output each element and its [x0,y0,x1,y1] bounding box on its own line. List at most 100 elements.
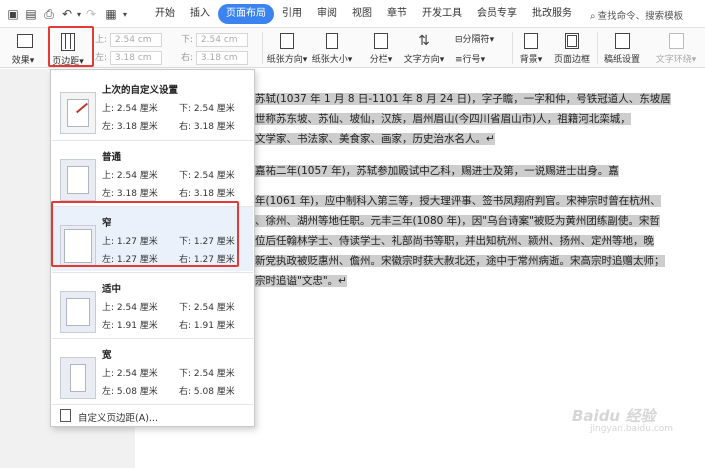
tab-chapter[interactable]: 章节 [380,4,414,24]
preset-left: 左: 5.08 厘米 [102,387,158,397]
tab-correction[interactable]: 批改服务 [525,4,579,24]
left-margin-field[interactable]: 左: 3.18 cm [95,50,162,65]
columns-label: 分栏▾ [369,55,393,65]
preset-bottom: 下: 2.54 厘米 [179,171,235,181]
draft-setting-button[interactable]: 稿纸设置 [601,33,643,65]
tab-review[interactable]: 审阅 [310,4,344,24]
export-pdf-icon[interactable]: ▤ [24,7,38,21]
top-margin-input[interactable]: 2.54 cm [109,33,162,47]
draft-setting-label: 稿纸设置 [603,55,640,65]
preset-left: 左: 1.91 厘米 [102,321,158,331]
tab-references[interactable]: 引用 [275,4,309,24]
menu-divider [52,404,253,405]
format-painter-icon[interactable]: ▦ [104,7,118,21]
doc-line: 嘉祐二年(1057 年)，苏轼参加殿试中乙科，赐进士及第，一说赐进士出身。嘉 [255,165,619,177]
text-wrap-icon [668,33,684,49]
draft-grid-icon [614,33,630,49]
redo-icon[interactable]: ↷ [84,7,98,21]
doc-line: 年(1061 年)，应中制科入第三等，授大理评事、签书凤翔府判官。宋神宗时曾在杭… [255,195,661,207]
preset-thumbnail-icon [60,92,96,134]
orientation-button[interactable]: 纸张方向▾ [266,33,308,65]
columns-icon [374,33,388,49]
right-margin-field[interactable]: 右: 3.18 cm [181,50,248,65]
top-margin-field[interactable]: 上: 2.54 cm [95,32,162,47]
left-margin-input[interactable]: 3.18 cm [109,51,162,65]
preset-right: 右: 3.18 厘米 [179,122,235,132]
preset-title: 上次的自定义设置 [102,85,179,96]
tab-home[interactable]: 开始 [148,4,182,24]
text-direction-button[interactable]: ⇅ 文字方向▾ [402,33,446,65]
tab-developer[interactable]: 开发工具 [415,4,469,24]
preset-last-custom[interactable]: 上次的自定义设置 上: 2.54 厘米 下: 2.54 厘米 左: 3.18 厘… [52,74,253,138]
doc-line: 苏轼(1037 年 1 月 8 日-1101 年 8 月 24 日)，字子瞻，一… [255,93,671,105]
menu-bar: ▣ ▤ ⎙ ↶ ▾ ↷ ▦ ▾ 开始 插入 页面布局 引用 审阅 视图 章节 开… [0,0,705,28]
orientation-label: 纸张方向▾ [266,55,308,65]
theme-button[interactable] [10,34,40,48]
page-border-icon [565,33,579,49]
doc-line: 位后任翰林学士、侍读学士、礼部尚书等职，并出知杭州、颍州、扬州、定州等地，晚 [255,235,654,247]
doc-line: 新党执政被贬惠州、儋州。宋徽宗时获大赦北还，途中于常州病逝。宋高宗时追赠太师； [255,255,665,267]
line-numbers-button[interactable]: ≡行号▾ [455,52,503,65]
search-icon: ⌕ [590,11,596,22]
ribbon-tabs: 开始 插入 页面布局 引用 审阅 视图 章节 开发工具 会员专享 批改服务 [148,4,580,24]
ribbon-separator [597,32,598,64]
preset-right: 右: 5.08 厘米 [179,387,235,397]
preset-thumbnail-icon [60,291,96,333]
command-search[interactable]: ⌕ 查找命令、搜索模板 [590,8,683,22]
baidu-watermark: Baidu 经验 [572,407,656,425]
left-margin-label: 左: [95,53,108,63]
preset-title: 普通 [102,152,122,163]
theme-icon [17,34,33,48]
preset-left: 左: 3.18 厘米 [102,189,158,199]
preset-top: 上: 2.54 厘米 [102,369,158,379]
preset-top: 上: 2.54 厘米 [102,104,158,114]
custom-margins-item[interactable]: 自定义页边距(A)... [51,406,254,426]
preset-bottom: 下: 2.54 厘米 [179,303,235,313]
text-wrap-button[interactable]: 文字环绕▾ [651,33,701,65]
preset-thumbnail-icon [60,357,96,399]
right-margin-input[interactable]: 3.18 cm [195,51,248,65]
tab-member[interactable]: 会员专享 [470,4,524,24]
paper-size-button[interactable]: 纸张大小▾ [311,33,353,65]
text-direction-label: 文字方向▾ [403,55,445,65]
custom-margins-icon [60,409,71,422]
paper-size-icon [326,33,338,49]
bottom-margin-input[interactable]: 2.54 cm [195,33,248,47]
print-preview-icon[interactable]: ⎙ [42,7,56,21]
ribbon-toolbar: 效果▾ 页边距▾ 上: 2.54 cm 左: 3.18 cm 下: 2.54 c… [0,28,705,68]
page-border-button[interactable]: 页面边框 [551,33,593,65]
preset-title: 适中 [102,284,122,295]
background-button[interactable]: 背景▾ [514,33,548,65]
highlight-margins-button [48,26,94,67]
columns-button[interactable]: 分栏▾ [367,33,395,65]
section-break-button[interactable]: ⊟分隔符▾ [455,32,503,45]
bottom-margin-label: 下: [181,35,194,45]
tab-view[interactable]: 视图 [345,4,379,24]
preset-normal[interactable]: 普通 上: 2.54 厘米 下: 2.54 厘米 左: 3.18 厘米 右: 3… [52,141,253,205]
more-dropdown-icon[interactable]: ▾ [118,8,132,22]
effects-button[interactable]: 效果▾ [6,53,40,66]
preset-thumbnail-icon [60,159,96,201]
doc-line: 世称苏东坡、苏仙、坡仙，汉族，眉州眉山(今四川省眉山市)人，祖籍河北栾城， [255,113,631,125]
save-icon[interactable]: ▣ [6,7,20,21]
preset-title: 宽 [102,350,112,361]
text-wrap-label: 文字环绕▾ [655,55,697,65]
search-placeholder: 查找命令、搜索模板 [597,11,684,22]
preset-wide[interactable]: 宽 上: 2.54 厘米 下: 2.54 厘米 左: 5.08 厘米 右: 5.… [52,339,253,403]
preset-moderate[interactable]: 适中 上: 2.54 厘米 下: 2.54 厘米 左: 1.91 厘米 右: 1… [52,273,253,337]
preset-bottom: 下: 2.54 厘米 [179,104,235,114]
preset-bottom: 下: 2.54 厘米 [179,369,235,379]
ribbon-separator [262,32,263,64]
bottom-margin-field[interactable]: 下: 2.54 cm [181,32,248,47]
paper-size-label: 纸张大小▾ [311,55,353,65]
text-direction-icon: ⇅ [418,33,430,49]
ribbon-separator [512,32,513,64]
preset-right: 右: 1.91 厘米 [179,321,235,331]
background-label: 背景▾ [519,55,543,65]
doc-line: 宗时追谥"文忠"。↵ [255,275,347,287]
orientation-icon [280,33,294,49]
custom-margins-label: 自定义页边距(A)... [78,413,158,424]
top-margin-label: 上: [95,35,108,45]
tab-insert[interactable]: 插入 [183,4,217,24]
tab-page-layout[interactable]: 页面布局 [218,4,274,24]
